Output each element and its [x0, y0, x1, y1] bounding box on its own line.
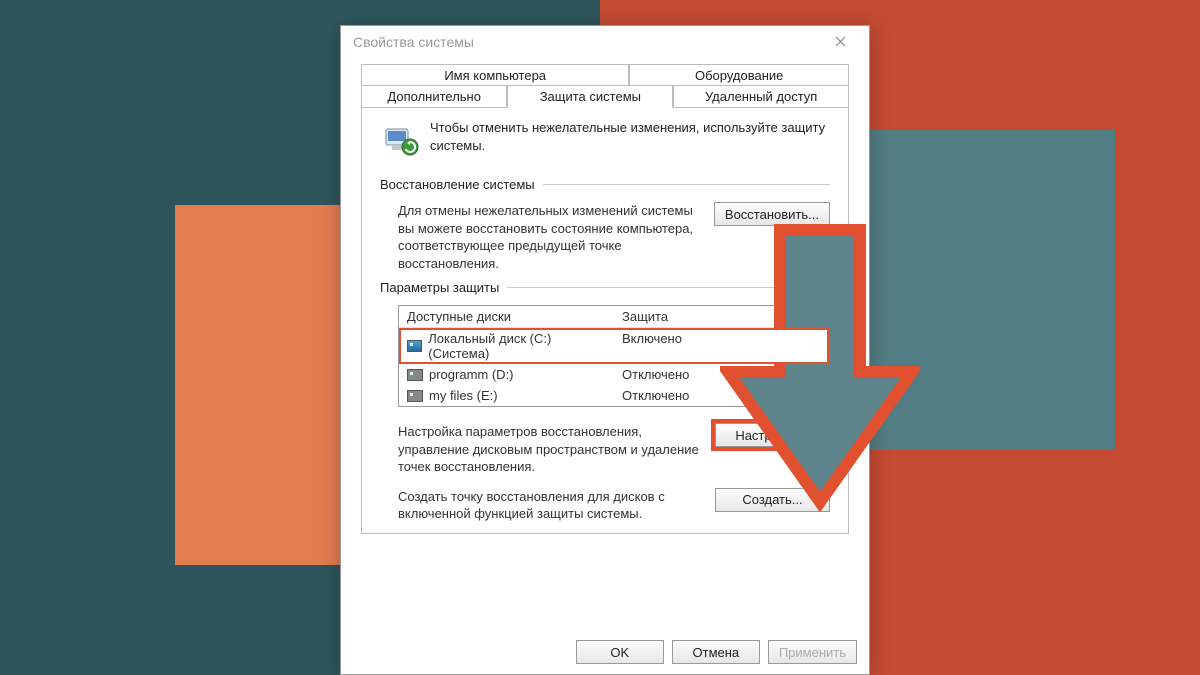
configure-button[interactable]: Настроить... — [715, 423, 830, 447]
create-description: Создать точку восстановления для дисков … — [380, 488, 703, 523]
tab-label: Удаленный доступ — [705, 89, 817, 104]
tab-panel: Чтобы отменить нежелательные изменения, … — [361, 107, 849, 534]
cancel-button[interactable]: Отмена — [672, 640, 760, 664]
tab-system-protection[interactable]: Защита системы — [507, 85, 673, 108]
divider — [543, 184, 830, 185]
close-icon — [835, 36, 846, 47]
restore-button[interactable]: Восстановить... — [714, 202, 830, 226]
drive-icon — [407, 340, 422, 352]
table-row[interactable]: Локальный диск (C:) (Система) Включено — [399, 328, 829, 364]
col-protection: Защита — [614, 306, 829, 327]
tab-remote[interactable]: Удаленный доступ — [673, 85, 849, 108]
tabs-area: Имя компьютера Оборудование Дополнительн… — [351, 58, 859, 534]
restore-row: Для отмены нежелательных изменений систе… — [380, 202, 830, 272]
col-drives: Доступные диски — [399, 306, 614, 327]
group-label: Восстановление системы — [380, 177, 535, 192]
intro-row: Чтобы отменить нежелательные изменения, … — [380, 119, 830, 159]
tabs-row-top: Имя компьютера Оборудование — [361, 64, 849, 86]
drive-status: Отключено — [614, 385, 829, 406]
tab-label: Оборудование — [695, 68, 783, 83]
close-button[interactable] — [821, 26, 859, 58]
drive-icon — [407, 369, 423, 381]
group-label: Параметры защиты — [380, 280, 499, 295]
divider — [507, 287, 830, 288]
group-params-heading: Параметры защиты — [380, 280, 830, 295]
intro-text: Чтобы отменить нежелательные изменения, … — [430, 119, 830, 154]
button-label: OK — [610, 645, 629, 660]
tab-label: Защита системы — [540, 89, 641, 104]
table-row[interactable]: my files (E:) Отключено — [399, 385, 829, 406]
titlebar: Свойства системы — [341, 26, 869, 58]
tab-label: Дополнительно — [387, 89, 481, 104]
tab-hardware[interactable]: Оборудование — [629, 64, 849, 87]
tab-advanced[interactable]: Дополнительно — [361, 85, 507, 108]
button-label: Создать... — [742, 492, 802, 507]
drive-name: Локальный диск (C:) (Система) — [428, 331, 606, 361]
button-label: Отмена — [693, 645, 740, 660]
group-restore-heading: Восстановление системы — [380, 177, 830, 192]
table-row[interactable]: programm (D:) Отключено — [399, 364, 829, 385]
button-label: Настроить... — [735, 428, 809, 443]
tabs-row-bottom: Дополнительно Защита системы Удаленный д… — [361, 85, 849, 108]
drive-status: Включено — [614, 328, 829, 364]
button-label: Восстановить... — [725, 207, 819, 222]
create-row: Создать точку восстановления для дисков … — [380, 488, 830, 523]
restore-description: Для отмены нежелательных изменений систе… — [380, 202, 702, 272]
drive-name: programm (D:) — [429, 367, 514, 382]
ok-button[interactable]: OK — [576, 640, 664, 664]
button-label: Применить — [779, 645, 846, 660]
system-protection-icon — [380, 119, 420, 159]
system-properties-dialog: Свойства системы Имя компьютера Оборудов… — [340, 25, 870, 675]
dialog-content: Имя компьютера Оборудование Дополнительн… — [341, 58, 869, 632]
configure-row: Настройка параметров восстановления, упр… — [380, 423, 830, 476]
window-title: Свойства системы — [353, 34, 474, 50]
drive-name: my files (E:) — [429, 388, 498, 403]
drive-status: Отключено — [614, 364, 829, 385]
drives-table[interactable]: Доступные диски Защита Локальный диск (C… — [398, 305, 830, 407]
drive-icon — [407, 390, 423, 402]
apply-button[interactable]: Применить — [768, 640, 857, 664]
configure-description: Настройка параметров восстановления, упр… — [380, 423, 703, 476]
table-header: Доступные диски Защита — [399, 306, 829, 328]
tab-label: Имя компьютера — [444, 68, 546, 83]
tab-computer-name[interactable]: Имя компьютера — [361, 64, 629, 87]
create-button[interactable]: Создать... — [715, 488, 830, 512]
dialog-footer: OK Отмена Применить — [341, 632, 869, 674]
